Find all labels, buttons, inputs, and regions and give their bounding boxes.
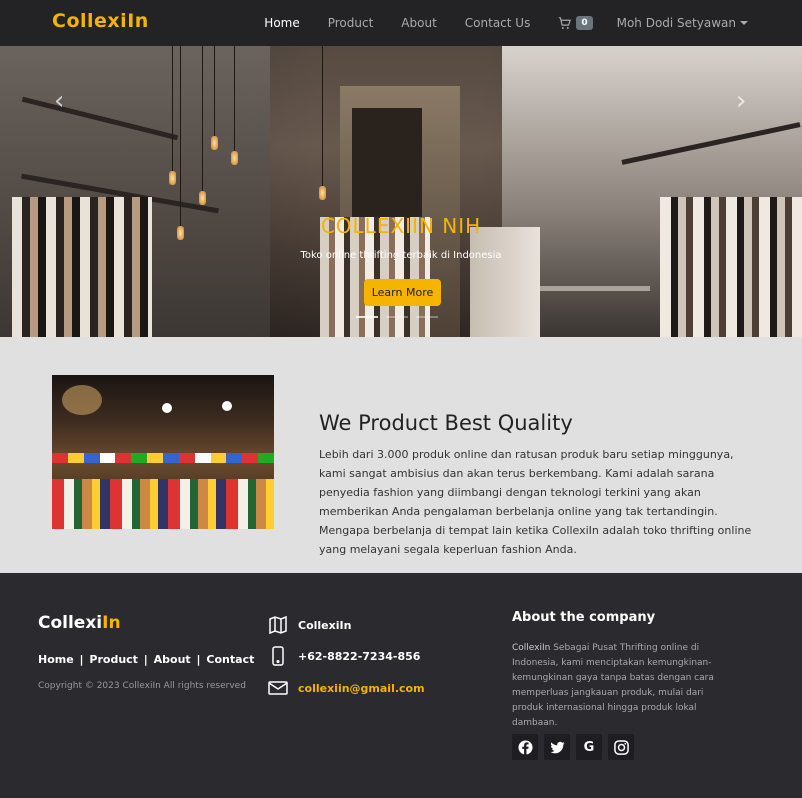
lamp-bulb <box>169 171 176 185</box>
brand-logo[interactable]: CollexiIn <box>52 10 149 32</box>
carousel-next-icon[interactable]: › <box>736 86 746 116</box>
lamp-wire <box>234 46 235 151</box>
hero-carousel: ‹ › COLLEXIIN NIH Toko online thrifting … <box>0 46 802 337</box>
footer: CollexiIn Home | Product | About | Conta… <box>0 573 802 798</box>
footer-separator: | <box>79 653 84 666</box>
footer-link-contact[interactable]: Contact <box>206 653 254 666</box>
store-photo <box>52 375 274 529</box>
nav-product[interactable]: Product <box>328 16 374 30</box>
contact-phone-text: +62-8822-7234-856 <box>298 649 421 663</box>
caret-down-icon <box>740 21 748 25</box>
carousel-indicator[interactable] <box>416 316 438 318</box>
hero-title: COLLEXIIN NIH <box>320 214 482 238</box>
nav-contact-us[interactable]: Contact Us <box>465 16 531 30</box>
cart-icon <box>559 16 572 29</box>
footer-link-about[interactable]: About <box>154 653 191 666</box>
carousel-indicator[interactable] <box>386 316 408 318</box>
hero-subtitle: Toko online thrifting terbaik di Indones… <box>300 250 502 261</box>
user-name: Moh Dodi Setyawan <box>616 16 736 30</box>
map-icon <box>269 615 287 635</box>
footer-links: Home | Product | About | Contact <box>38 653 256 666</box>
contact-email[interactable]: collexiin@gmail.com <box>268 678 425 698</box>
about-heading: We Product Best Quality <box>319 411 573 435</box>
lamp-bulb <box>319 186 326 200</box>
learn-more-button[interactable]: Learn More <box>364 279 441 306</box>
footer-link-product[interactable]: Product <box>89 653 138 666</box>
user-dropdown[interactable]: Moh Dodi Setyawan <box>617 16 748 30</box>
lamp-wire <box>172 46 173 171</box>
footer-brand-accent: In <box>102 613 121 633</box>
instagram-icon[interactable] <box>608 734 634 760</box>
lamp-wire <box>322 46 323 186</box>
footer-about-body: Sebagai Pusat Thrifting online di Indone… <box>512 643 714 728</box>
phone-icon <box>272 646 284 666</box>
copyright: Copyright © 2023 CollexiIn All rights re… <box>38 681 246 691</box>
lamp-wire <box>202 46 203 191</box>
facebook-icon[interactable] <box>512 734 538 760</box>
google-icon[interactable]: G <box>576 734 602 760</box>
twitter-icon[interactable] <box>544 734 570 760</box>
contact-name-text: CollexiIn <box>298 618 352 632</box>
lamp-wire <box>180 46 181 226</box>
footer-brand: CollexiIn <box>38 613 121 633</box>
footer-about-heading: About the company <box>512 610 656 625</box>
lamp-bulb <box>199 191 206 205</box>
hero-clothes-rack <box>470 227 540 337</box>
hero-shelf <box>540 286 650 291</box>
contact-name: CollexiIn <box>268 615 351 635</box>
footer-brand-text: Collexi <box>38 613 103 633</box>
lamp-bulb <box>231 151 238 165</box>
footer-link-home[interactable]: Home <box>38 653 74 666</box>
nav-menu: Home Product About Contact Us 0 Moh Dodi… <box>264 0 802 46</box>
about-paragraph: Lebih dari 3.000 produk online dan ratus… <box>319 448 752 556</box>
envelope-icon <box>268 681 288 695</box>
cart-button[interactable]: 0 <box>558 16 593 30</box>
cart-count-badge: 0 <box>576 16 593 30</box>
navbar: CollexiIn Home Product About Contact Us … <box>0 0 802 46</box>
contact-email-link[interactable]: collexiin@gmail.com <box>298 682 425 695</box>
footer-about-text: CollexiIn Sebagai Pusat Thrifting online… <box>512 641 722 731</box>
nav-about[interactable]: About <box>401 16 436 30</box>
about-section: We Product Best Quality Lebih dari 3.000… <box>0 337 802 573</box>
brand-text: Collexi <box>52 10 128 32</box>
footer-separator: | <box>196 653 201 666</box>
lamp-bulb <box>211 136 218 150</box>
carousel-indicator[interactable] <box>356 316 378 318</box>
footer-about-brand: CollexiIn <box>512 643 551 653</box>
contact-phone: +62-8822-7234-856 <box>268 646 420 666</box>
footer-separator: | <box>143 653 148 666</box>
social-links: G <box>512 734 640 760</box>
lamp-wire <box>214 46 215 136</box>
nav-home[interactable]: Home <box>264 16 299 30</box>
brand-text-accent: In <box>127 10 149 32</box>
carousel-prev-icon[interactable]: ‹ <box>54 86 64 116</box>
